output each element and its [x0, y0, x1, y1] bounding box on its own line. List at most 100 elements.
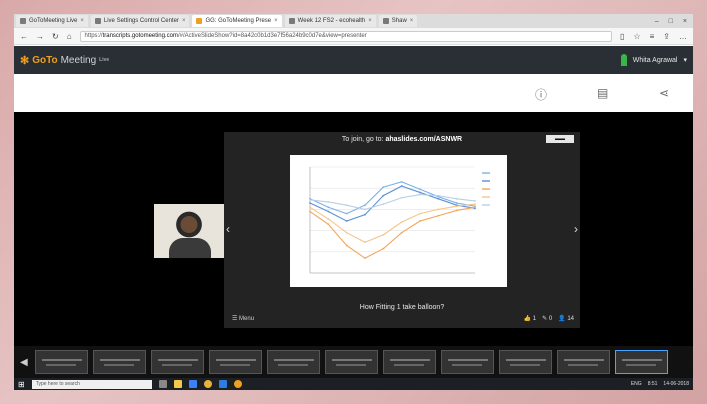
url-field[interactable]: https://transcripts.gotomeeting.com/#/Ac…	[79, 30, 613, 42]
chart-data-point	[382, 186, 385, 189]
mail-icon[interactable]	[218, 380, 227, 388]
edge-browser-icon[interactable]	[188, 380, 197, 388]
browser-tab[interactable]: Shaw ×	[378, 15, 418, 27]
chart-data-point	[345, 231, 348, 234]
forward-icon[interactable]: →	[36, 32, 44, 41]
close-tab-icon[interactable]: ×	[410, 18, 414, 24]
chart-data-point	[309, 210, 311, 213]
chart-data-point	[382, 247, 385, 250]
chart-data-point	[419, 188, 421, 191]
slide-question: How Fitting 1 take balloon?	[359, 304, 445, 311]
chart-data-point	[382, 233, 385, 236]
chart-data-point	[327, 206, 330, 209]
app-header: ✻ GoTo Meeting Live Whita Agrawal ▾	[14, 46, 693, 74]
notes-icon[interactable]: ▤	[597, 86, 608, 100]
taskbar-search-input[interactable]: Type here to search	[31, 379, 152, 389]
chart-data-point	[400, 231, 403, 234]
chart-data-point	[309, 198, 311, 201]
presenter-toolbar: ⓘ ▤ ⋖	[14, 74, 693, 112]
browser-tab-active[interactable]: GG: GoToMeeting Prese ×	[192, 15, 282, 27]
slide-thumbnail[interactable]	[557, 350, 610, 374]
tray-lang: ENG	[630, 381, 642, 387]
slide-thumbnail-selected[interactable]	[615, 350, 668, 374]
close-tab-icon[interactable]: ×	[80, 18, 84, 24]
info-icon[interactable]: ⓘ	[535, 86, 547, 103]
chevron-down-icon: ▾	[683, 57, 687, 64]
slide-thumbnail[interactable]	[267, 350, 320, 374]
chart-data-point	[327, 201, 330, 203]
slide-thumbnail[interactable]	[499, 350, 552, 374]
webcam-video	[154, 204, 224, 258]
maximize-icon[interactable]: □	[669, 18, 673, 25]
slide-thumbnail[interactable]	[209, 350, 262, 374]
chart-data-point	[327, 218, 330, 220]
join-url: ahaslides.com/ASNWR	[385, 136, 463, 143]
favorite-star-icon[interactable]: ☆	[633, 32, 640, 41]
chart-data-point	[364, 241, 366, 244]
slide-thumbnail[interactable]	[441, 350, 494, 374]
chart-data-point	[382, 194, 385, 197]
chart-data-point	[400, 180, 403, 183]
tab-favicon-icon	[196, 18, 203, 24]
tray-time: 8:51	[647, 381, 658, 387]
back-icon[interactable]: ←	[20, 32, 28, 41]
minimize-icon[interactable]: –	[655, 18, 659, 25]
slide-thumbnail[interactable]	[93, 350, 146, 374]
status-indicator-icon	[620, 54, 627, 66]
browser-tab[interactable]: GoToMeeting Live ×	[16, 15, 88, 27]
gotomeeting-app-icon[interactable]	[233, 380, 242, 388]
address-bar: ← → ↻ ⌂ https://transcripts.gotomeeting.…	[14, 28, 693, 45]
chart-data-point	[419, 193, 421, 196]
presenter-body	[169, 238, 211, 258]
chart-data-point	[437, 214, 440, 217]
tray-date: 14-06-2018	[663, 381, 689, 387]
close-window-icon[interactable]: ×	[683, 18, 687, 25]
slide-thumbnail[interactable]	[35, 350, 88, 374]
reading-view-icon[interactable]: ▯	[620, 32, 624, 41]
chart-data-point	[327, 210, 330, 213]
windows-start-icon[interactable]: ⊞	[18, 380, 25, 389]
chart-data-point	[400, 185, 403, 187]
chart-data-point	[455, 202, 458, 204]
browser-tab[interactable]: Live Settings Control Center ×	[90, 15, 190, 27]
tab-favicon-icon	[94, 18, 101, 24]
chart-data-point	[437, 197, 440, 200]
screenshot-frame: GoToMeeting Live × Live Settings Control …	[14, 14, 693, 390]
chart-data-point	[382, 203, 385, 205]
user-menu[interactable]: Whita Agrawal ▾	[620, 54, 687, 66]
previous-slide-icon[interactable]: ‹	[226, 222, 230, 236]
slide-thumbnail[interactable]	[383, 350, 436, 374]
share-icon[interactable]: ⇪	[663, 32, 670, 41]
url-host: transcripts.gotomeeting.com	[102, 32, 178, 39]
slide-thumbnail[interactable]	[325, 350, 378, 374]
task-view-icon[interactable]	[158, 380, 167, 388]
close-tab-icon[interactable]: ×	[368, 18, 372, 24]
close-tab-icon[interactable]: ×	[182, 18, 186, 24]
chart-data-point	[419, 220, 421, 222]
refresh-icon[interactable]: ↻	[52, 32, 59, 41]
more-icon[interactable]: …	[679, 32, 687, 41]
likes-stat: 👍 1	[523, 316, 537, 322]
chart-data-point	[345, 212, 348, 215]
browser-tab[interactable]: Week 12 FS2 - ecohealth ×	[284, 15, 376, 27]
chart-data-point	[345, 244, 348, 247]
presentation-stage: To join, go to: ahaslides.com/ASNWR ▬▬ ‹…	[14, 112, 693, 346]
chart-data-point	[419, 212, 421, 215]
chrome-icon[interactable]	[203, 380, 212, 388]
file-explorer-icon[interactable]	[173, 380, 182, 388]
slide-filmstrip: ◀	[14, 346, 693, 378]
chart-data-point	[455, 205, 458, 208]
next-slide-icon[interactable]: ›	[574, 222, 578, 236]
slide-thumbnail[interactable]	[151, 350, 204, 374]
chart-svg	[290, 155, 507, 287]
chart-data-point	[437, 208, 440, 211]
hub-icon[interactable]: ≡	[650, 32, 655, 41]
tab-favicon-icon	[288, 18, 295, 24]
filmstrip-prev-icon[interactable]: ◀	[20, 357, 30, 368]
menu-button[interactable]: ☰ Menu	[232, 315, 254, 322]
home-icon[interactable]: ⌂	[67, 32, 72, 41]
chart-data-point	[437, 194, 440, 197]
slide-view: To join, go to: ahaslides.com/ASNWR ▬▬ ‹…	[224, 132, 580, 328]
close-tab-icon[interactable]: ×	[274, 18, 278, 24]
share-icon[interactable]: ⋖	[659, 86, 669, 100]
